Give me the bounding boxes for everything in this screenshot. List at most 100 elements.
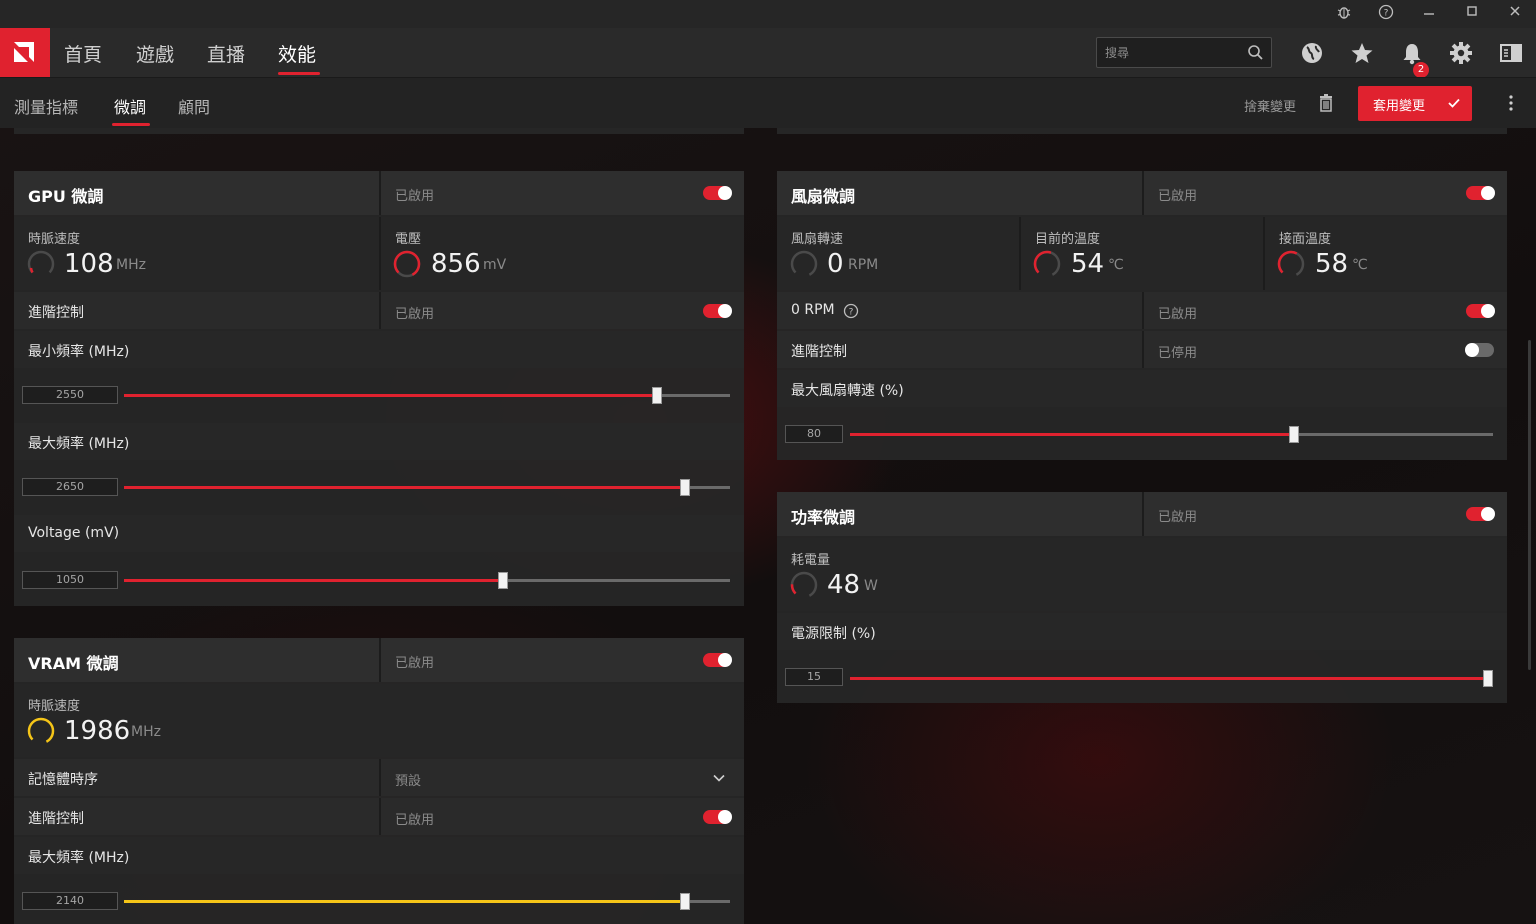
active-tab-indicator <box>278 72 320 75</box>
help-icon[interactable]: ? <box>1376 4 1396 24</box>
vram-timing-dropdown[interactable]: 預設 <box>395 770 421 789</box>
trash-icon[interactable] <box>1317 93 1335 117</box>
gpu-max-freq-slider[interactable] <box>124 479 730 496</box>
amd-logo[interactable] <box>0 28 50 77</box>
fan-max-speed-input[interactable]: 80 <box>785 425 843 443</box>
discard-changes-button[interactable]: 捨棄變更 <box>1244 96 1296 115</box>
fan-advanced-row: 進階控制 已停用 <box>777 331 1507 368</box>
vram-panel-title: VRAM 微調 <box>28 654 119 673</box>
gpu-tuning-toggle[interactable] <box>703 186 732 200</box>
sidebar-toggle-icon[interactable] <box>1498 40 1524 66</box>
vram-clock-value: 1986 <box>64 716 131 746</box>
svg-text:?: ? <box>849 308 854 318</box>
fan-speed-value: 0 <box>827 249 844 279</box>
gpu-advanced-label: 進階控制 <box>28 305 84 321</box>
fan-speed-label: 風扇轉速 <box>791 232 844 247</box>
close-icon[interactable] <box>1505 4 1525 24</box>
slider-fill <box>124 394 657 397</box>
divider <box>379 759 381 796</box>
more-options-icon[interactable] <box>1504 94 1518 116</box>
fan-temp-unit: ℃ <box>1108 257 1124 273</box>
power-header-row: 功率微調 已啟用 <box>777 492 1507 536</box>
search-box[interactable] <box>1096 37 1272 68</box>
fan-zero-rpm-status: 已啟用 <box>1158 307 1198 322</box>
slider-fill <box>850 433 1294 436</box>
star-icon[interactable] <box>1349 40 1375 66</box>
bug-report-icon[interactable] <box>1334 4 1354 24</box>
divider <box>379 798 381 835</box>
divider <box>1142 492 1144 536</box>
tab-performance[interactable]: 效能 <box>278 40 316 67</box>
power-limit-input[interactable]: 15 <box>785 668 843 686</box>
search-input[interactable] <box>1105 44 1240 62</box>
fan-advanced-toggle[interactable] <box>1465 343 1494 357</box>
vram-tuning-toggle[interactable] <box>703 653 732 667</box>
search-icon[interactable] <box>1247 44 1264 65</box>
subtab-tuning[interactable]: 微調 <box>114 94 146 118</box>
slider-thumb[interactable] <box>498 572 508 589</box>
sub-nav: 測量指標 微調 顧問 捨棄變更 套用變更 <box>0 77 1536 128</box>
power-status: 已啟用 <box>1158 510 1198 525</box>
fan-tuning-panel: 風扇微調 已啟用 風扇轉速 0 RPM 目前的溫度 54 ℃ 接面溫度 58 ℃… <box>777 171 1507 460</box>
svg-text:?: ? <box>1384 9 1389 19</box>
tab-streaming[interactable]: 直播 <box>207 40 245 67</box>
gpu-max-freq-label-row: 最大頻率 (MHz) <box>14 423 744 460</box>
help-circle-icon[interactable]: ? <box>843 303 859 319</box>
vram-clock-label: 時脈速度 <box>28 699 81 714</box>
power-limit-slider[interactable] <box>850 670 1493 687</box>
fan-zero-rpm-toggle[interactable] <box>1466 304 1495 318</box>
gpu-voltage-slider[interactable] <box>124 572 730 589</box>
globe-icon[interactable] <box>1299 40 1325 66</box>
gpu-clock-value: 108 <box>64 249 114 279</box>
vram-max-freq-input[interactable]: 2140 <box>22 892 118 910</box>
vram-advanced-row: 進階控制 已啟用 <box>14 798 744 835</box>
power-consumption-gauge <box>790 571 818 599</box>
fan-max-speed-slider[interactable] <box>850 426 1493 443</box>
gpu-advanced-toggle[interactable] <box>703 304 732 318</box>
fan-temp-label: 目前的溫度 <box>1035 232 1101 247</box>
gpu-voltage-input[interactable]: 1050 <box>22 571 118 589</box>
slider-thumb[interactable] <box>680 893 690 910</box>
gpu-max-freq-input[interactable]: 2650 <box>22 478 118 496</box>
fan-panel-title: 風扇微調 <box>791 187 856 206</box>
vram-tuning-panel: VRAM 微調 已啟用 時脈速度 1986 MHz 記憶體時序 預設 進階控制 … <box>14 638 744 924</box>
gpu-tuning-panel: GPU 微調 已啟用 時脈速度 108 MHz 電壓 856 mV 進階控制 已… <box>14 171 744 606</box>
scrollbar-thumb[interactable] <box>1528 340 1531 670</box>
slider-thumb[interactable] <box>680 479 690 496</box>
slider-thumb[interactable] <box>1289 426 1299 443</box>
chevron-down-icon[interactable] <box>712 771 726 785</box>
gpu-voltage-gauge <box>393 250 421 278</box>
maximize-icon[interactable] <box>1462 4 1482 24</box>
power-consumption-value: 48 <box>827 570 861 600</box>
settings-gear-icon[interactable] <box>1448 40 1474 66</box>
gpu-min-freq-input[interactable]: 2550 <box>22 386 118 404</box>
slider-fill <box>850 677 1493 680</box>
gpu-min-freq-slider[interactable] <box>124 387 730 404</box>
gpu-clock-unit: MHz <box>116 257 146 273</box>
fan-junction-label: 接面溫度 <box>1279 232 1332 247</box>
fan-tuning-toggle[interactable] <box>1466 186 1495 200</box>
apply-changes-button[interactable]: 套用變更 <box>1358 86 1472 121</box>
slider-fill <box>124 579 503 582</box>
tab-gaming[interactable]: 遊戲 <box>136 40 174 67</box>
gpu-max-freq-label: 最大頻率 (MHz) <box>28 436 130 452</box>
tab-home[interactable]: 首頁 <box>64 40 102 67</box>
minimize-icon[interactable] <box>1419 4 1439 24</box>
gpu-panel-title: GPU 微調 <box>28 187 104 206</box>
vram-advanced-toggle[interactable] <box>703 810 732 824</box>
subtab-advisors[interactable]: 顧問 <box>178 94 210 118</box>
gpu-voltage-value: 856 <box>431 249 481 279</box>
apply-changes-label: 套用變更 <box>1373 99 1426 114</box>
panel-edge-top-right <box>777 128 1507 134</box>
power-tuning-toggle[interactable] <box>1466 507 1495 521</box>
power-consumption-unit: W <box>864 578 878 594</box>
gpu-clock-label: 時脈速度 <box>28 232 81 247</box>
slider-thumb[interactable] <box>1483 670 1493 687</box>
gpu-voltage-slider-label: Voltage (mV) <box>28 525 120 541</box>
fan-junction-value: 58 <box>1315 249 1349 279</box>
slider-thumb[interactable] <box>652 387 662 404</box>
fan-zero-rpm-row: 0 RPM ? 已啟用 <box>777 292 1507 329</box>
vram-advanced-status: 已啟用 <box>395 813 435 828</box>
subtab-metrics[interactable]: 測量指標 <box>14 94 78 118</box>
vram-max-freq-slider[interactable] <box>124 893 730 910</box>
